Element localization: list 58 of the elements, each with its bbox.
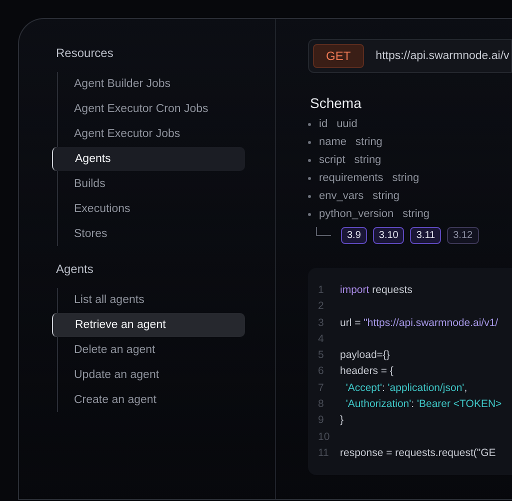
field-name: name [319, 136, 347, 148]
line-number: 4 [318, 332, 325, 347]
nav-item[interactable]: Retrieve an agent [52, 313, 245, 337]
line-number: 6 [318, 364, 325, 380]
line-number: 10 [318, 430, 331, 445]
line-number: 3 [318, 316, 325, 331]
code-line: import requests [340, 283, 412, 298]
bullet-icon [308, 122, 311, 126]
line-number: 1 [318, 283, 325, 298]
nav-item[interactable]: Agent Builder Jobs [52, 72, 244, 96]
code-line: url = "https://api.swarmnode.ai/v1/ [340, 316, 498, 331]
code-line: 'Authorization': 'Bearer <TOKEN> [344, 397, 502, 412]
section-heading: Resources [56, 46, 114, 60]
nav-item[interactable]: Create an agent [52, 388, 244, 412]
bullet-icon [308, 212, 311, 216]
code-line: payload={} [340, 348, 390, 364]
tree-connector [316, 227, 331, 236]
field-type: string [354, 154, 382, 166]
bullet-icon [308, 176, 311, 180]
line-number: 5 [318, 348, 325, 364]
section-heading: Agents [56, 262, 94, 276]
code-line: headers = { [340, 364, 394, 380]
bullet-icon [308, 194, 311, 198]
field-type: string [392, 172, 420, 184]
field-type: string [402, 208, 430, 220]
version-chip[interactable]: 3.10 [372, 227, 404, 244]
nav-item[interactable]: Delete an agent [52, 338, 244, 362]
code-line: } [340, 413, 344, 428]
field-type: string [372, 190, 400, 202]
field-name: id [319, 118, 328, 130]
field-type: string [356, 136, 382, 148]
line-number: 8 [318, 397, 325, 412]
field-name: python_version [319, 208, 394, 220]
line-number: 11 [318, 446, 330, 461]
field-name: requirements [319, 172, 384, 184]
line-number: 9 [318, 413, 325, 428]
nav-item[interactable]: Executions [52, 197, 244, 221]
nav-item[interactable]: Builds [52, 172, 244, 196]
version-chip[interactable]: 3.9 [341, 227, 367, 244]
nav-item[interactable]: List all agents [52, 288, 244, 312]
bullet-icon [308, 158, 311, 162]
nav-item[interactable]: Agents [52, 147, 245, 171]
version-chip[interactable]: 3.11 [410, 227, 442, 244]
endpoint-url: https://api.swarmnode.ai/v [376, 50, 510, 62]
nav-item[interactable]: Update an agent [52, 363, 244, 387]
nav-item[interactable]: Stores [52, 222, 244, 246]
method-badge: GET [313, 44, 364, 68]
field-type: uuid [336, 118, 358, 130]
schema-heading: Schema [310, 95, 362, 111]
line-number: 7 [318, 380, 325, 396]
nav-item[interactable]: Agent Executor Jobs [52, 122, 244, 146]
code-line: response = requests.request("GE [340, 446, 496, 461]
code-line: 'Accept': 'application/json', [344, 380, 468, 396]
line-number: 2 [318, 299, 325, 314]
field-name: env_vars [319, 190, 364, 202]
field-name: script [319, 154, 346, 166]
bullet-icon [308, 140, 311, 144]
nav-item[interactable]: Agent Executor Cron Jobs [52, 97, 244, 121]
